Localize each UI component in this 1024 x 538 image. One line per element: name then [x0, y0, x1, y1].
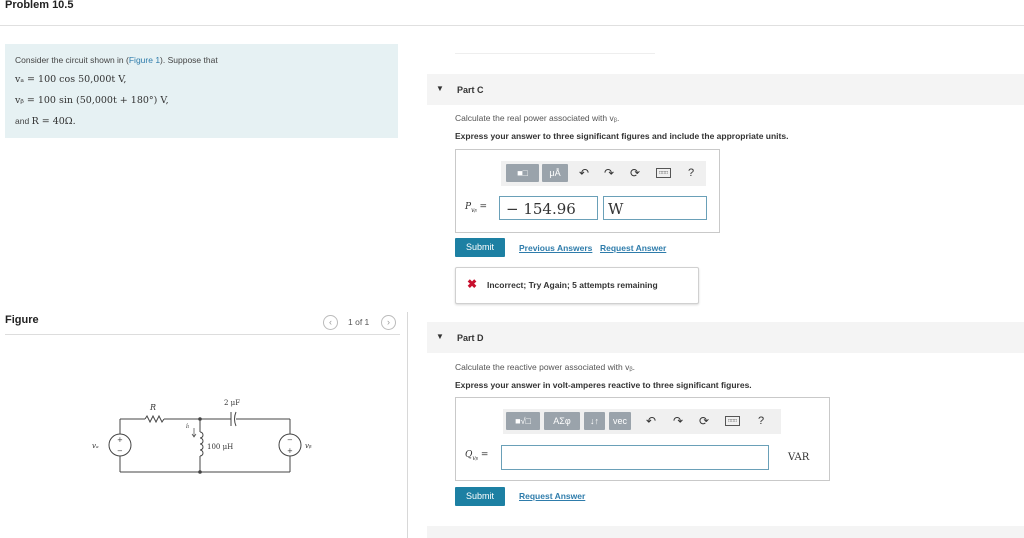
figure-divider: [5, 334, 400, 335]
current-label: iₗ: [186, 423, 190, 430]
resistance-line: and R = 40Ω.: [15, 116, 76, 127]
capacitor-label: 2 μF: [224, 399, 240, 407]
part-c-instruction: Express your answer to three significant…: [455, 131, 789, 141]
capacitor-plate-right: [234, 411, 237, 427]
vector-button[interactable]: vec: [609, 412, 631, 430]
next-part-header[interactable]: [427, 526, 1024, 538]
figure-label: Figure: [5, 314, 39, 326]
feedback-box: ✖ Incorrect; Try Again; 5 attempts remai…: [455, 267, 699, 304]
part-c-title: Part C: [457, 85, 484, 95]
part-c-variable: Pvᵦ =: [465, 202, 487, 214]
part-c-answer-box: ■□ μÅ ↶ ↷ ⟳ □□□ ? Pvᵦ = − 154.96 W: [455, 149, 720, 233]
problem-intro: Consider the circuit shown in (Figure 1)…: [15, 55, 218, 65]
vb-equation: vᵦ = 100 sin (50,000t + 180°) V,: [15, 95, 169, 106]
part-c-request-answer-link[interactable]: Request Answer: [600, 243, 666, 253]
part-c-toolbar: ■□ μÅ ↶ ↷ ⟳ □□□ ?: [501, 161, 706, 186]
help-icon[interactable]: ?: [758, 414, 764, 428]
intro-prefix: Consider the circuit shown in (: [15, 55, 129, 65]
source-b-plus: +: [287, 447, 293, 455]
column-divider: [407, 312, 408, 538]
part-d-toolbar: ■√□ ΑΣφ ↓↑ vec ↶ ↷ ⟳ □□□ ?: [503, 409, 781, 434]
arrows-button[interactable]: ↓↑: [584, 412, 605, 430]
source-b-label: vᵦ: [305, 442, 312, 450]
equals-sign: =: [479, 202, 488, 212]
part-c-unit-input[interactable]: W: [603, 196, 707, 220]
equals-sign: =: [480, 450, 489, 460]
part-c-question: Calculate the real power associated with…: [455, 113, 620, 123]
error-x-icon: ✖: [467, 277, 478, 291]
part-d-variable: Qvᵦ =: [465, 450, 488, 462]
r-equation: R = 40Ω.: [31, 116, 76, 127]
redo-icon[interactable]: ↷: [673, 414, 683, 428]
reset-icon[interactable]: ⟳: [699, 414, 709, 428]
help-icon[interactable]: ?: [688, 166, 694, 180]
part-d-unit-label: VAR: [788, 452, 810, 463]
template-button[interactable]: ■√□: [506, 412, 540, 430]
node-top: [198, 417, 202, 421]
undo-icon[interactable]: ↶: [579, 166, 589, 180]
part-c-top-rule: [455, 53, 655, 54]
r-line-prefix: and: [15, 116, 30, 126]
part-d-question: Calculate the reactive power associated …: [455, 362, 635, 372]
collapse-triangle-icon: ▼: [436, 84, 444, 93]
units-button[interactable]: μÅ: [542, 164, 568, 182]
intro-suffix: ). Suppose that: [160, 55, 218, 65]
problem-title: Problem 10.5: [5, 0, 74, 11]
previous-answers-link[interactable]: Previous Answers: [519, 243, 592, 253]
collapse-triangle-icon: ▼: [436, 332, 444, 341]
part-c-value-input[interactable]: − 154.96: [499, 196, 598, 220]
part-d-title: Part D: [457, 333, 484, 343]
resistor-label: R: [149, 403, 156, 412]
source-a-label: vₐ: [92, 442, 99, 450]
part-c-header[interactable]: ▼ Part C: [427, 74, 1024, 105]
circuit-diagram: R 2 μF 100 μH iₗ vₐ vᵦ + − − +: [92, 399, 312, 474]
current-arrow: [191, 428, 197, 438]
inductor: [199, 431, 204, 457]
source-a-plus: +: [117, 436, 123, 444]
figure-pager: 1 of 1: [348, 317, 370, 327]
part-d-submit-button[interactable]: Submit: [455, 487, 505, 506]
part-d-value-input[interactable]: [501, 445, 769, 470]
part-c-submit-button[interactable]: Submit: [455, 238, 505, 257]
redo-icon[interactable]: ↷: [604, 166, 614, 180]
inductor-label: 100 μH: [207, 443, 233, 451]
source-a-minus: −: [117, 447, 123, 455]
problem-statement-panel: Consider the circuit shown in (Figure 1)…: [5, 44, 398, 138]
part-d-header[interactable]: ▼ Part D: [427, 322, 1024, 353]
part-d-instruction: Express your answer in volt-amperes reac…: [455, 380, 752, 390]
chevron-right-icon: ›: [387, 317, 390, 327]
chevron-left-icon: ‹: [329, 317, 332, 327]
var-subscript: vᵦ: [471, 206, 477, 214]
figure-prev-button[interactable]: ‹: [323, 315, 338, 330]
reset-icon[interactable]: ⟳: [630, 166, 640, 180]
figure-link[interactable]: Figure 1: [129, 55, 160, 65]
resistor: [144, 414, 165, 424]
var-subscript: vᵦ: [472, 454, 478, 462]
template-button[interactable]: ■□: [506, 164, 539, 182]
header-divider: [0, 25, 1024, 26]
va-equation: vₐ = 100 cos 50,000t V,: [15, 74, 127, 85]
undo-icon[interactable]: ↶: [646, 414, 656, 428]
feedback-text: Incorrect; Try Again; 5 attempts remaini…: [487, 280, 658, 290]
node-bottom: [198, 470, 202, 474]
part-d-request-answer-link[interactable]: Request Answer: [519, 491, 585, 501]
figure-next-button[interactable]: ›: [381, 315, 396, 330]
keyboard-icon[interactable]: □□□: [725, 416, 740, 426]
part-d-answer-box: ■√□ ΑΣφ ↓↑ vec ↶ ↷ ⟳ □□□ ? Qvᵦ = VAR: [455, 397, 830, 481]
source-b-minus: −: [287, 436, 293, 444]
keyboard-icon[interactable]: □□□: [656, 168, 671, 178]
greek-symbols-button[interactable]: ΑΣφ: [544, 412, 580, 430]
